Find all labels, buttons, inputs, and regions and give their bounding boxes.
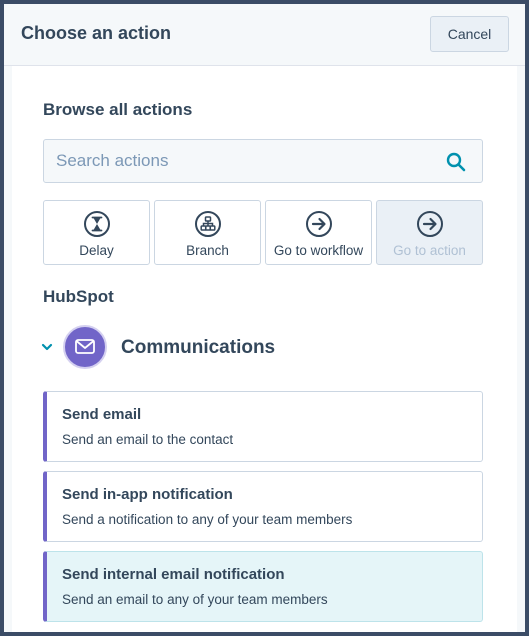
action-card-send-internal-email-notification[interactable]: Send internal email notification Send an… bbox=[43, 551, 483, 622]
search-box bbox=[43, 139, 483, 183]
category-label: Communications bbox=[121, 337, 276, 358]
dialog-title: Choose an action bbox=[21, 23, 172, 43]
search-icon[interactable] bbox=[446, 152, 466, 172]
dialog-body: Browse all actions Delay bbox=[4, 66, 525, 632]
tile-label: Go to workflow bbox=[273, 243, 364, 258]
dialog-header: Choose an action Cancel bbox=[4, 4, 525, 66]
cancel-button[interactable]: Cancel bbox=[430, 16, 509, 52]
action-description: Send a notification to any of your team … bbox=[62, 512, 353, 527]
action-card-send-email[interactable]: Send email Send an email to the contact bbox=[43, 391, 483, 462]
action-title: Send in-app notification bbox=[62, 486, 233, 503]
arrow-right-circle-icon bbox=[305, 211, 332, 237]
action-card-send-in-app-notification[interactable]: Send in-app notification Send a notifica… bbox=[43, 471, 483, 542]
branch-icon bbox=[194, 211, 221, 237]
hourglass-icon bbox=[83, 211, 110, 237]
group-heading: HubSpot bbox=[43, 287, 114, 306]
category-communications[interactable]: Communications bbox=[38, 323, 338, 373]
arrow-right-circle-icon bbox=[416, 211, 443, 237]
action-title: Send internal email notification bbox=[62, 566, 285, 583]
action-title: Send email bbox=[62, 406, 142, 423]
left-rail bbox=[4, 66, 12, 632]
go-to-action-tile: Go to action bbox=[376, 200, 483, 265]
right-rail bbox=[517, 66, 525, 632]
branch-tile[interactable]: Branch bbox=[154, 200, 261, 265]
delay-tile[interactable]: Delay bbox=[43, 200, 150, 265]
tile-label: Go to action bbox=[393, 243, 466, 258]
quick-actions: Delay Branch Go to workflow Go to action bbox=[43, 200, 485, 266]
search-input[interactable] bbox=[44, 140, 434, 182]
go-to-workflow-tile[interactable]: Go to workflow bbox=[265, 200, 372, 265]
action-description: Send an email to the contact bbox=[62, 432, 234, 447]
envelope-icon bbox=[63, 325, 107, 369]
chevron-down-icon[interactable] bbox=[40, 340, 54, 354]
action-dialog: Choose an action Cancel Browse all actio… bbox=[4, 4, 525, 632]
tile-label: Delay bbox=[79, 243, 114, 258]
browse-heading: Browse all actions bbox=[43, 100, 193, 119]
tile-label: Branch bbox=[186, 243, 229, 258]
action-description: Send an email to any of your team member… bbox=[62, 592, 328, 607]
